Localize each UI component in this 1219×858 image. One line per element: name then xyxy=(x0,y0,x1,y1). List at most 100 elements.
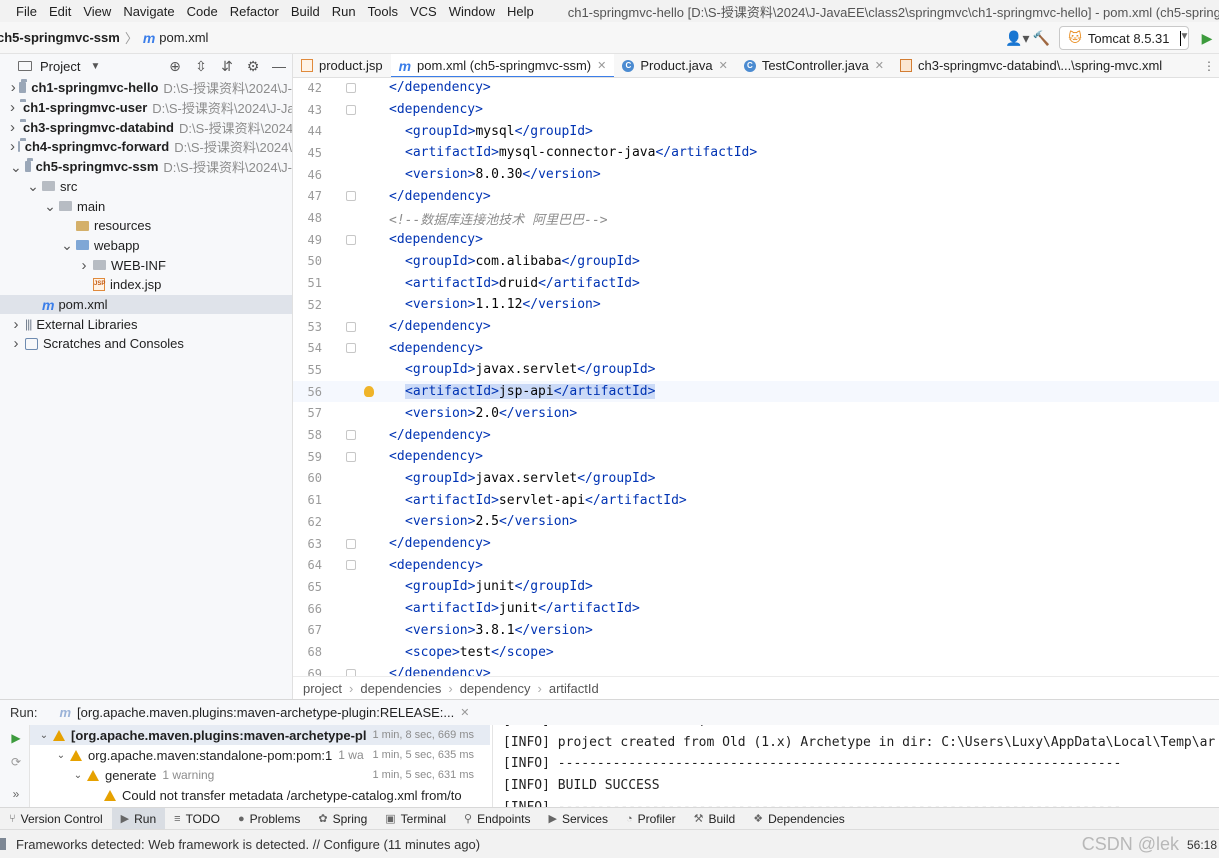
status-message[interactable]: Frameworks detected: Web framework is de… xyxy=(16,837,480,852)
menu-tools[interactable]: Tools xyxy=(362,4,404,19)
tool-window-terminal[interactable]: ▣ Terminal xyxy=(376,808,455,829)
collapse-all-icon[interactable]: ⇵ xyxy=(214,58,240,75)
chevron-down-icon[interactable]: ▼ xyxy=(90,61,100,72)
menu-run[interactable]: Run xyxy=(326,4,362,19)
more-tabs-icon[interactable]: ⋮ xyxy=(1203,54,1215,77)
fold-marker-icon[interactable] xyxy=(346,343,356,354)
gear-icon[interactable]: ⚙ xyxy=(240,58,266,75)
tool-window-profiler[interactable]: ◔ Profiler xyxy=(617,808,685,829)
menu-view[interactable]: View xyxy=(77,4,117,19)
chevron-right-icon[interactable]: › xyxy=(78,257,90,274)
fold-marker-icon[interactable] xyxy=(346,560,356,571)
chevron-down-icon[interactable]: ⌄ xyxy=(27,179,39,193)
user-icon[interactable]: 👤▾ xyxy=(1005,26,1029,50)
chevron-right-icon[interactable]: › xyxy=(10,99,15,116)
close-icon[interactable]: ✕ xyxy=(597,59,606,72)
menu-code[interactable]: Code xyxy=(181,4,224,19)
close-icon[interactable]: ✕ xyxy=(460,706,469,719)
menu-build[interactable]: Build xyxy=(285,4,326,19)
tool-window-services[interactable]: ▶ Services xyxy=(539,808,616,829)
menu-help[interactable]: Help xyxy=(501,4,540,19)
tree-item[interactable]: ⌄ src xyxy=(0,177,292,197)
chevron-right-icon[interactable]: › xyxy=(10,335,22,352)
menu-refactor[interactable]: Refactor xyxy=(224,4,285,19)
editor-tab[interactable]: m pom.xml (ch5-springmvc-ssm) ✕ xyxy=(390,54,615,77)
fold-marker-icon[interactable] xyxy=(346,191,356,202)
tool-window-endpoints[interactable]: ⚲ Endpoints xyxy=(455,808,539,829)
tool-window-build[interactable]: ⚒ Build xyxy=(685,808,745,829)
toggle-view-icon[interactable]: ⟳ xyxy=(8,755,24,771)
tree-item[interactable]: ⌄ ch5-springmvc-ssm D:\S-授课资料\2024\J- xyxy=(0,157,292,177)
lightbulb-icon[interactable] xyxy=(364,386,374,398)
locate-icon[interactable]: ⊕ xyxy=(162,58,188,75)
hide-icon[interactable]: — xyxy=(266,58,292,74)
run-tree-item[interactable]: ⌄ org.apache.maven:standalone-pom:pom:1 1 … xyxy=(30,745,490,765)
fold-marker-icon[interactable] xyxy=(346,104,356,115)
breadcrumb-item[interactable]: dependencies xyxy=(360,681,441,696)
tree-item[interactable]: › ch3-springmvc-databind D:\S-授课资料\2024 xyxy=(0,117,292,137)
tree-item[interactable]: › ch4-springmvc-forward D:\S-授课资料\2024\ xyxy=(0,137,292,157)
nav-file-crumb[interactable]: pom.xml xyxy=(159,30,208,45)
tool-window-problems[interactable]: ● Problems xyxy=(229,808,309,829)
breadcrumb-item[interactable]: project xyxy=(303,681,342,696)
menu-edit[interactable]: Edit xyxy=(43,4,77,19)
editor-tab[interactable]: C TestController.java ✕ xyxy=(736,54,892,77)
chevron-down-icon[interactable]: ⌄ xyxy=(44,199,56,213)
run-tree-item[interactable]: ⌄ generate 1 warning 1 min, 5 sec, 631 ms xyxy=(30,765,490,785)
build-hammer-icon[interactable]: 🔨 xyxy=(1029,26,1053,50)
tree-item[interactable]: › ||| External Libraries xyxy=(0,314,292,334)
chevron-down-icon[interactable]: ⌄ xyxy=(72,770,84,781)
rerun-icon[interactable]: ▶ xyxy=(8,731,24,747)
editor-tab[interactable]: ch3-springmvc-databind\...\spring-mvc.xm… xyxy=(892,54,1170,77)
editor-tab[interactable]: product.jsp xyxy=(293,54,391,77)
fold-marker-icon[interactable] xyxy=(346,82,356,93)
fold-marker-icon[interactable] xyxy=(346,538,356,549)
chevron-right-icon[interactable]: › xyxy=(10,119,15,136)
tool-window-dependencies[interactable]: ❖ Dependencies xyxy=(744,808,854,829)
fold-marker-icon[interactable] xyxy=(346,234,356,245)
project-panel-title[interactable]: Project xyxy=(40,59,80,74)
code-editor[interactable]: 42 </dependency> 43 <dependency> 44 <groupId>… xyxy=(293,78,1219,676)
caret-position[interactable]: 56:18 xyxy=(1187,838,1217,852)
tool-window-run[interactable]: ▶ Run xyxy=(111,808,166,829)
chevron-right-icon[interactable]: › xyxy=(10,79,16,96)
tool-window-spring[interactable]: ✿ Spring xyxy=(309,808,376,829)
tree-item[interactable]: JSP index.jsp xyxy=(0,275,292,295)
tree-item[interactable]: › Scratches and Consoles xyxy=(0,334,292,354)
breadcrumb-item[interactable]: dependency xyxy=(460,681,531,696)
tool-window-version-control[interactable]: ⑂ Version Control xyxy=(0,808,112,829)
fold-marker-icon[interactable] xyxy=(346,668,356,676)
nav-project-crumb[interactable]: ch5-springmvc-ssm xyxy=(0,30,120,45)
tree-item[interactable]: ⌄ main xyxy=(0,196,292,216)
run-icon[interactable]: ▶ xyxy=(1195,26,1219,50)
tree-item[interactable]: › ch1-springmvc-user D:\S-授课资料\2024\J-Ja xyxy=(0,98,292,118)
tree-item[interactable]: m pom.xml xyxy=(0,294,292,315)
tree-item[interactable]: › ch1-springmvc-hello D:\S-授课资料\2024\J- xyxy=(0,78,292,98)
chevron-down-icon[interactable]: ⌄ xyxy=(55,750,67,761)
chevron-right-icon[interactable]: › xyxy=(10,316,22,333)
chevron-down-icon[interactable]: ⌄ xyxy=(61,238,73,252)
close-icon[interactable]: ✕ xyxy=(719,59,728,72)
fold-marker-icon[interactable] xyxy=(346,321,356,332)
tree-item[interactable]: ⌄ webapp xyxy=(0,236,292,256)
run-tree-item[interactable]: ⌄ [org.apache.maven.plugins:maven-archety… xyxy=(30,725,490,745)
fold-marker-icon[interactable] xyxy=(346,451,356,462)
tree-item[interactable]: › WEB-INF xyxy=(0,255,292,275)
menu-file[interactable]: File xyxy=(10,4,43,19)
run-tree-item[interactable]: Could not transfer metadata /archetype-c… xyxy=(30,785,490,805)
tool-window-todo[interactable]: ≡ TODO xyxy=(165,808,229,829)
breadcrumb-item[interactable]: artifactId xyxy=(549,681,599,696)
chevron-down-icon[interactable]: ⌄ xyxy=(10,160,22,174)
run-config-select[interactable]: 🐱 Tomcat 8.5.31 ▼ xyxy=(1059,26,1189,50)
chevron-right-icon[interactable]: › xyxy=(10,138,15,155)
menu-window[interactable]: Window xyxy=(443,4,501,19)
tree-item[interactable]: resources xyxy=(0,216,292,236)
run-tab[interactable]: [org.apache.maven.plugins:maven-archetyp… xyxy=(77,705,454,720)
run-console[interactable]: [INFO] Parameter: version, Value: 1.0-SN… xyxy=(492,725,1219,807)
more-icon[interactable]: » xyxy=(8,787,24,803)
chevron-down-icon[interactable]: ⌄ xyxy=(38,730,50,741)
menu-vcs[interactable]: VCS xyxy=(404,4,443,19)
fold-marker-icon[interactable] xyxy=(346,430,356,441)
editor-tab[interactable]: C Product.java ✕ xyxy=(614,54,735,77)
close-icon[interactable]: ✕ xyxy=(875,59,884,72)
